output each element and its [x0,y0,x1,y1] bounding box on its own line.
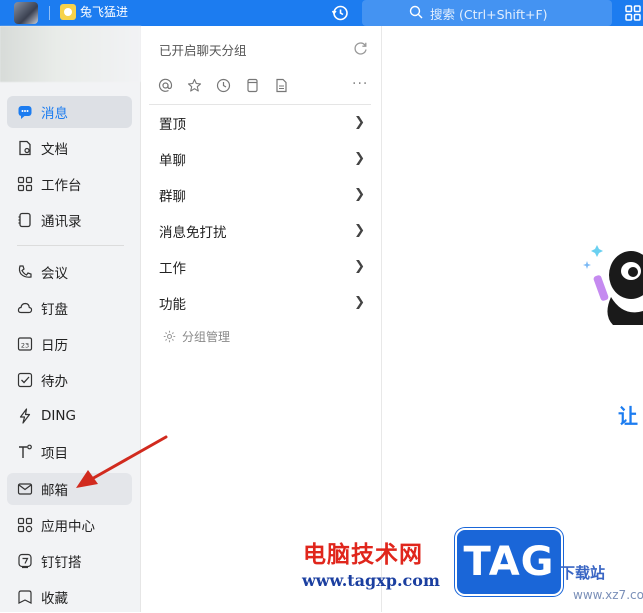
mascot-illustration [583,245,643,325]
lightning-icon [17,408,33,424]
user-avatar[interactable] [14,2,38,24]
search-input[interactable]: 搜索 (Ctrl+Shift+F) [362,0,612,26]
sidebar-item-label: 邮箱 [41,483,68,499]
star-icon[interactable] [186,77,202,93]
sidebar-item-messages[interactable]: 消息 [7,96,132,128]
cloud-icon [17,300,33,316]
chevron-right-icon: ❯ [354,223,365,238]
cylinder-icon[interactable] [244,77,260,93]
calendar-icon: 23 [17,336,33,352]
sidebar-item-label: 钉盘 [41,302,68,318]
sidebar-divider [17,245,124,246]
document-icon [17,140,33,156]
more-icon[interactable]: ··· [352,76,368,92]
sidebar-item-favorites[interactable]: 收藏 [7,581,132,613]
group-manage-button[interactable]: 分组管理 [163,328,230,345]
contacts-icon [17,212,33,228]
sidebar-item-label: 钉钉搭 [41,555,82,571]
sidebar-item-label: 收藏 [41,591,68,607]
chevron-right-icon: ❯ [354,259,365,274]
apps-icon [17,517,33,533]
watermark-tag-logo: TAG [455,528,563,596]
sidebar-item-label: DING [41,408,76,424]
sidebar-item-label: 会议 [41,266,68,282]
sidebar-item-docs[interactable]: 文档 [7,132,132,164]
grid-icon [17,176,33,192]
calendar-day: 23 [21,342,29,350]
mail-icon [17,481,33,497]
group-row-group-chat[interactable]: 群聊 ❯ [149,177,371,213]
chevron-right-icon: ❯ [354,187,365,202]
group-label: 工作 [159,261,186,277]
chat-icon [17,104,33,120]
sidebar-item-meeting[interactable]: 会议 [7,256,132,288]
group-label: 单聊 [159,153,186,169]
project-icon [17,444,33,460]
group-label: 群聊 [159,189,186,205]
watermark-site-url: www.tagxp.com [302,571,440,590]
group-row-single[interactable]: 单聊 ❯ [149,141,371,177]
watermark-site-name: 电脑技术网 [303,542,423,568]
group-label: 消息免打扰 [159,225,227,241]
annotation-arrow [76,435,168,488]
mention-icon[interactable] [157,77,173,93]
filter-toolbar [157,77,289,93]
build-icon [17,553,33,569]
group-row-work[interactable]: 工作 ❯ [149,249,371,285]
watermark-download: 下载站 [560,564,606,582]
refresh-icon[interactable] [353,41,368,56]
sidebar-item-ding[interactable]: DING [7,400,132,432]
group-label: 功能 [159,297,186,313]
sidebar-item-contacts[interactable]: 通讯录 [7,204,132,236]
org-name: 兔飞猛进 [80,5,129,19]
star-box-icon [17,589,33,605]
sidebar-item-label: 待办 [41,374,68,390]
sidebar-item-dingda[interactable]: 钉钉搭 [7,545,132,577]
settings-icon [163,330,176,343]
sidebar-item-label: 通讯录 [41,214,82,230]
group-row-features[interactable]: 功能 ❯ [149,285,371,321]
sidebar-item-drive[interactable]: 钉盘 [7,292,132,324]
sidebar-item-workbench[interactable]: 工作台 [7,168,132,200]
manage-label: 分组管理 [182,330,231,344]
group-row-muted[interactable]: 消息免打扰 ❯ [149,213,371,249]
chat-group-panel: 已开启聊天分组 ··· 置顶 ❯ 单聊 ❯ 群聊 ❯ 消息免打扰 ❯ 工作 ❯ … [141,26,382,612]
topbar-divider [49,6,50,20]
sidebar-item-label: 文档 [41,142,68,158]
clock-icon[interactable] [215,77,231,93]
search-placeholder: 搜索 (Ctrl+Shift+F) [430,6,548,22]
sidebar-item-label: 项目 [41,446,68,462]
panel-title: 已开启聊天分组 [159,43,247,58]
phone-icon [17,264,33,280]
file-icon[interactable] [273,77,289,93]
apps-grid-icon[interactable] [624,4,642,22]
profile-banner[interactable] [0,26,141,82]
sidebar-item-label: 应用中心 [41,519,95,535]
top-bar: 兔飞猛进 搜索 (Ctrl+Shift+F) [0,0,643,26]
org-logo-icon [60,3,76,20]
history-icon[interactable] [331,4,349,22]
sidebar: 消息 文档 工作台 通讯录 会议 钉盘 23 日历 待办 DING 项目 邮箱 … [0,26,141,612]
sidebar-item-label: 消息 [41,106,68,122]
group-label: 置顶 [159,117,186,133]
search-icon [409,5,423,19]
sidebar-item-label: 工作台 [41,178,82,194]
checkbox-icon [17,372,33,388]
sidebar-item-app-center[interactable]: 应用中心 [7,509,132,541]
group-row-pinned[interactable]: 置顶 ❯ [149,105,371,141]
chevron-right-icon: ❯ [354,115,365,130]
watermark-url2: www.xz7.com [573,588,643,602]
welcome-text-partial: 让 [618,404,638,428]
org-switcher[interactable]: 兔飞猛进 [60,3,128,20]
sidebar-item-calendar[interactable]: 23 日历 [7,328,132,360]
sidebar-item-label: 日历 [41,338,68,354]
sidebar-item-todo[interactable]: 待办 [7,364,132,396]
chevron-right-icon: ❯ [354,151,365,166]
chevron-right-icon: ❯ [354,295,365,310]
